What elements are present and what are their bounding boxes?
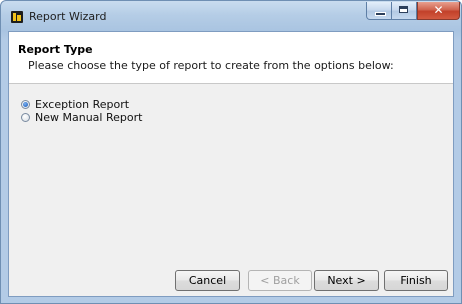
- cancel-button[interactable]: Cancel: [175, 270, 240, 291]
- close-icon: ✕: [433, 3, 444, 17]
- caption-buttons: ✕: [366, 2, 460, 22]
- maximize-button[interactable]: [392, 2, 417, 20]
- wizard-body: Report Type Please choose the type of re…: [8, 31, 454, 297]
- wizard-header: Report Type Please choose the type of re…: [9, 32, 453, 84]
- radio-button-checked[interactable]: [21, 100, 30, 109]
- page-subtitle: Please choose the type of report to crea…: [28, 59, 394, 72]
- next-button[interactable]: Next >: [314, 270, 379, 291]
- finish-button[interactable]: Finish: [384, 270, 448, 291]
- page-title: Report Type: [18, 43, 93, 56]
- app-icon: [11, 11, 23, 23]
- minimize-button[interactable]: [366, 2, 392, 20]
- maximize-icon: [399, 6, 408, 13]
- title-bar[interactable]: Report Wizard ✕: [1, 1, 461, 31]
- option-label[interactable]: New Manual Report: [35, 111, 142, 124]
- window-title: Report Wizard: [29, 10, 107, 23]
- minimize-icon: [375, 12, 386, 16]
- radio-button[interactable]: [21, 113, 30, 122]
- report-wizard-window: Report Wizard ✕ Report Type Please choos…: [0, 0, 462, 304]
- option-label[interactable]: Exception Report: [35, 98, 129, 111]
- close-button[interactable]: ✕: [417, 2, 460, 20]
- back-button[interactable]: < Back: [248, 270, 312, 291]
